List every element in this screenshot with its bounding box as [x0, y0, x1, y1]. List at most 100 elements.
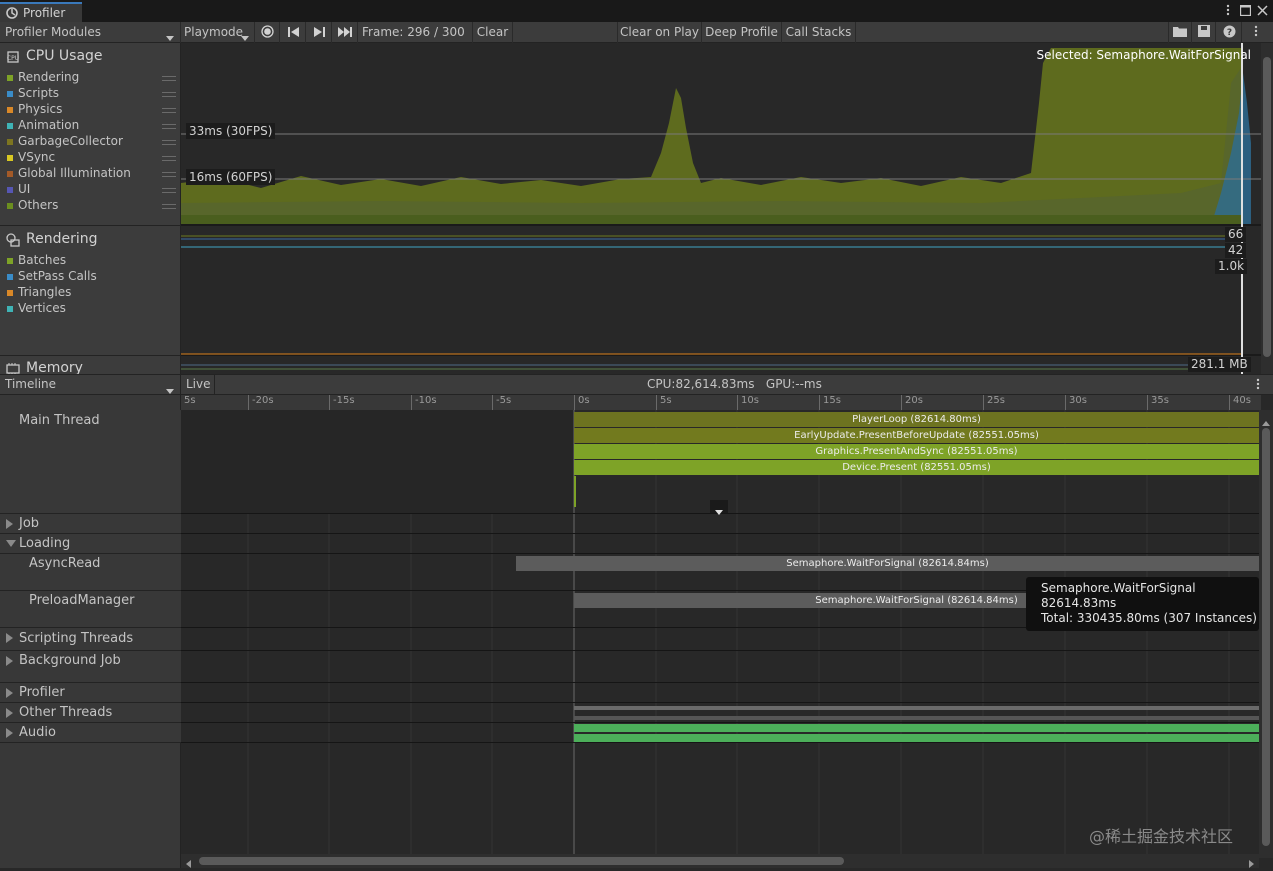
window-title-bar: Profiler	[0, 0, 1273, 22]
profiler-modules-label: Profiler Modules	[5, 25, 101, 39]
charts-scrollbar-thumb[interactable]	[1263, 57, 1271, 357]
thread-group-job[interactable]: Job	[0, 514, 181, 534]
scroll-left-icon[interactable]	[186, 857, 191, 871]
current-frame-button[interactable]	[333, 22, 358, 43]
drag-handle-icon[interactable]	[162, 108, 176, 113]
rendering-legend-item[interactable]: Batches	[7, 253, 66, 267]
scroll-up-icon[interactable]	[1262, 415, 1270, 429]
marker-graphics-presentandsync[interactable]: Graphics.PresentAndSync (82551.05ms)	[574, 444, 1259, 459]
record-button[interactable]	[255, 22, 280, 43]
drag-handle-icon[interactable]	[162, 172, 176, 177]
rendering-module-title[interactable]: Rendering	[26, 231, 98, 247]
thread-group-loading[interactable]: Loading	[0, 534, 181, 554]
cpu-axis-60fps: 16ms (60FPS)	[186, 169, 276, 185]
cpu-legend-item[interactable]: UI	[7, 182, 30, 196]
expand-arrow-icon[interactable]	[6, 656, 13, 666]
playmode-dropdown[interactable]: Playmode	[181, 22, 255, 43]
timeline-vertical-thumb[interactable]	[1262, 428, 1270, 846]
rendering-legend-item[interactable]: Vertices	[7, 301, 66, 315]
first-frame-button[interactable]	[281, 22, 306, 43]
legend-label: Others	[18, 198, 59, 212]
charts-scrollbar[interactable]	[1261, 43, 1273, 374]
marker-other-threads-2[interactable]	[574, 716, 1259, 720]
drag-handle-icon[interactable]	[162, 124, 176, 129]
drag-handle-icon[interactable]	[162, 92, 176, 97]
folder-open-icon	[1173, 25, 1187, 40]
clear-button[interactable]: Clear	[473, 22, 513, 43]
timeline-vertical-scrollbar[interactable]	[1259, 410, 1273, 858]
thread-label-main: Main Thread	[19, 413, 100, 428]
window-menu-icon[interactable]	[1222, 4, 1234, 19]
help-button[interactable]: ?	[1218, 22, 1242, 43]
drag-handle-icon[interactable]	[162, 76, 176, 81]
thread-row-main[interactable]: Main Thread	[0, 410, 181, 514]
load-button[interactable]	[1168, 22, 1192, 43]
expand-arrow-icon[interactable]	[6, 519, 13, 529]
drag-handle-icon[interactable]	[162, 156, 176, 161]
svg-text:?: ?	[1227, 28, 1232, 38]
view-mode-dropdown[interactable]: Timeline	[0, 375, 181, 394]
rendering-legend-item[interactable]: SetPass Calls	[7, 269, 97, 283]
ruler-tick-label: 15s	[819, 395, 841, 410]
collapse-arrow-icon[interactable]	[6, 540, 16, 547]
marker-audio-2[interactable]	[574, 734, 1259, 742]
cpu-legend-item[interactable]: Rendering	[7, 70, 79, 84]
thread-group-other[interactable]: Other Threads	[0, 703, 181, 723]
close-icon[interactable]	[1257, 5, 1268, 19]
cpu-legend-item[interactable]: GarbageCollector	[7, 134, 123, 148]
options-button[interactable]	[1244, 22, 1268, 43]
drag-handle-icon[interactable]	[162, 140, 176, 145]
profiler-tab[interactable]: Profiler	[0, 2, 82, 22]
cpu-legend-item[interactable]: Scripts	[7, 86, 59, 100]
marker-asyncread-waitforsignal[interactable]: Semaphore.WaitForSignal (82614.84ms)	[516, 556, 1259, 571]
expand-arrow-icon[interactable]	[6, 728, 13, 738]
marker-audio-1[interactable]	[574, 724, 1259, 732]
rendering-legend-item[interactable]: Triangles	[7, 285, 71, 299]
expand-arrow-icon[interactable]	[6, 633, 13, 643]
thread-group-profiler[interactable]: Profiler	[0, 683, 181, 703]
ruler-tick-label: 5s	[656, 395, 672, 410]
thread-row-preloadmanager[interactable]: PreloadManager	[0, 591, 181, 628]
marker-other-threads[interactable]	[574, 706, 1259, 710]
profiler-modules-dropdown[interactable]: Profiler Modules	[0, 22, 181, 43]
module-charts[interactable]: 33ms (30FPS) 16ms (60FPS) Selected: Sema…	[181, 43, 1261, 374]
thread-group-background-job[interactable]: Background Job	[0, 651, 181, 683]
thread-label-profiler: Profiler	[19, 685, 65, 700]
maximize-icon[interactable]	[1239, 4, 1252, 19]
thread-label-background-job: Background Job	[19, 653, 121, 668]
next-frame-button[interactable]	[307, 22, 332, 43]
expand-arrow-icon[interactable]	[6, 708, 13, 718]
time-ruler[interactable]: 5s -20s -15s -10s -5s 0s 5s 10s 15s 20s 25s 30s 35s 4…	[181, 395, 1261, 410]
clear-on-play-button[interactable]: Clear on Play	[617, 22, 702, 43]
marker-earlyupdate[interactable]: EarlyUpdate.PresentBeforeUpdate (82551.0…	[574, 428, 1259, 443]
marker-device-present[interactable]: Device.Present (82551.05ms)	[574, 460, 1259, 475]
timeline-horizontal-scrollbar[interactable]	[181, 854, 1259, 868]
cpu-legend-item[interactable]: VSync	[7, 150, 55, 164]
timeline-horizontal-thumb[interactable]	[199, 857, 844, 865]
cpu-legend-item[interactable]: Physics	[7, 102, 62, 116]
timeline-header: Timeline Live CPU:82,614.83ms GPU:--ms	[0, 374, 1273, 395]
cpu-legend-item[interactable]: Others	[7, 198, 58, 212]
drag-handle-icon[interactable]	[162, 188, 176, 193]
thread-row-asyncread[interactable]: AsyncRead	[0, 554, 181, 591]
marker-playerloop[interactable]: PlayerLoop (82614.80ms)	[574, 412, 1259, 427]
deep-profile-button[interactable]: Deep Profile	[702, 22, 782, 43]
ruler-tick-label: 10s	[737, 395, 759, 410]
expand-arrow-icon[interactable]	[6, 688, 13, 698]
scroll-right-icon[interactable]	[1249, 857, 1254, 871]
thread-group-audio[interactable]: Audio	[0, 723, 181, 743]
thread-label-asyncread: AsyncRead	[29, 556, 101, 571]
expand-stack-button[interactable]	[710, 500, 728, 515]
live-button[interactable]: Live	[181, 375, 215, 394]
call-stacks-button[interactable]: Call Stacks	[782, 22, 856, 43]
cpu-legend-item[interactable]: Animation	[7, 118, 79, 132]
cpu-module-title[interactable]: CPU Usage	[26, 48, 103, 64]
rendering-module-icon	[5, 232, 21, 251]
more-vertical-icon[interactable]	[1256, 378, 1260, 393]
cpu-legend-item[interactable]: Global Illumination	[7, 166, 131, 180]
tooltip-duration: 82614.83ms	[1041, 596, 1117, 610]
thread-group-scripting[interactable]: Scripting Threads	[0, 628, 181, 651]
more-vertical-icon	[1254, 25, 1258, 40]
save-button[interactable]	[1192, 22, 1216, 43]
drag-handle-icon[interactable]	[162, 204, 176, 209]
